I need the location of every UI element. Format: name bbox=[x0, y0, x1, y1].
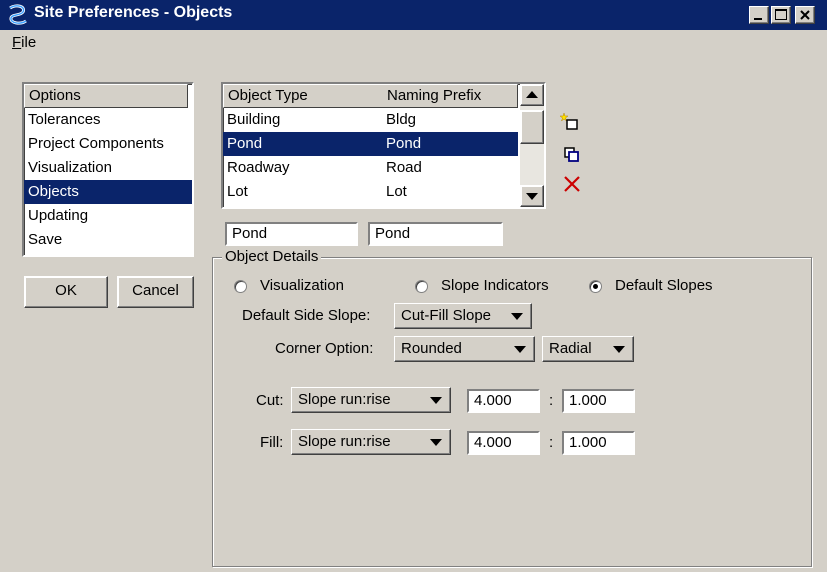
radio-slope-indicators-label: Slope Indicators bbox=[441, 277, 549, 294]
close-icon bbox=[800, 10, 810, 20]
scroll-up-button[interactable] bbox=[520, 84, 544, 106]
cell-naming-prefix: Bldg bbox=[386, 111, 417, 128]
default-side-slope-value: Cut-Fill Slope bbox=[401, 307, 492, 324]
object-details-title: Object Details bbox=[222, 248, 322, 265]
options-item-updating[interactable]: Updating bbox=[24, 204, 192, 228]
cut-run-input[interactable]: 4.000 bbox=[467, 389, 540, 413]
cut-method-value: Slope run:rise bbox=[298, 391, 391, 408]
naming-prefix-input[interactable]: Pond bbox=[368, 222, 503, 246]
scroll-thumb[interactable] bbox=[520, 110, 544, 144]
table-header: Object Type Naming Prefix bbox=[223, 84, 518, 108]
copy-icon[interactable] bbox=[563, 146, 581, 164]
chevron-down-icon bbox=[430, 397, 442, 404]
table-scrollbar[interactable] bbox=[520, 84, 544, 207]
corner-type-dropdown[interactable]: Radial bbox=[542, 336, 634, 362]
radio-visualization-label: Visualization bbox=[260, 277, 344, 294]
cut-method-dropdown[interactable]: Slope run:rise bbox=[291, 387, 451, 413]
cell-object-type: Roadway bbox=[227, 159, 290, 176]
minimize-button[interactable] bbox=[749, 6, 769, 24]
table-row[interactable]: Pond Pond bbox=[223, 132, 518, 156]
cut-rise-input[interactable]: 1.000 bbox=[562, 389, 635, 413]
maximize-icon bbox=[775, 9, 787, 20]
cell-naming-prefix: Pond bbox=[386, 135, 422, 152]
fill-rise-input[interactable]: 1.000 bbox=[562, 431, 635, 455]
table-row[interactable]: Building Bldg bbox=[223, 108, 518, 132]
options-item-objects[interactable]: Objects bbox=[24, 180, 192, 204]
cell-object-type: Pond bbox=[227, 135, 263, 152]
corner-type-value: Radial bbox=[549, 340, 592, 357]
menu-bar: File bbox=[0, 30, 827, 56]
options-item-project-components[interactable]: Project Components bbox=[24, 132, 192, 156]
scroll-down-arrow-icon bbox=[526, 193, 538, 200]
title-bar[interactable]: Site Preferences - Objects bbox=[0, 0, 827, 30]
object-type-input[interactable]: Pond bbox=[225, 222, 358, 246]
cell-object-type: Lot bbox=[227, 183, 248, 200]
fill-label: Fill: bbox=[260, 434, 284, 451]
scroll-down-button[interactable] bbox=[520, 185, 544, 207]
cut-ratio-separator: : bbox=[549, 392, 554, 409]
fill-run-input[interactable]: 4.000 bbox=[467, 431, 540, 455]
corner-option-label: Corner Option: bbox=[275, 340, 374, 357]
cell-object-type: Building bbox=[227, 111, 281, 128]
cell-naming-prefix: Road bbox=[386, 159, 422, 176]
table-row[interactable]: Lot Lot bbox=[223, 180, 518, 204]
menu-file[interactable]: File bbox=[12, 34, 36, 51]
options-item-visualization[interactable]: Visualization bbox=[24, 156, 192, 180]
radio-slope-indicators-button[interactable] bbox=[415, 280, 428, 293]
options-item-save[interactable]: Save bbox=[24, 228, 192, 252]
object-type-table[interactable]: Object Type Naming Prefix Building Bldg Po… bbox=[221, 82, 546, 209]
chevron-down-icon bbox=[511, 313, 523, 320]
ok-button[interactable]: OK bbox=[24, 276, 108, 308]
options-header: Options bbox=[24, 84, 188, 108]
radio-selected-dot bbox=[593, 284, 598, 289]
table-row[interactable]: Roadway Road bbox=[223, 156, 518, 180]
chevron-down-icon bbox=[430, 439, 442, 446]
delete-icon[interactable] bbox=[563, 175, 581, 193]
options-item-tolerances[interactable]: Tolerances bbox=[24, 108, 192, 132]
cut-label: Cut: bbox=[256, 392, 284, 409]
scroll-up-arrow-icon bbox=[526, 91, 538, 98]
corner-option-dropdown[interactable]: Rounded bbox=[394, 336, 535, 362]
corner-option-value: Rounded bbox=[401, 340, 462, 357]
radio-default-slopes-button[interactable] bbox=[589, 280, 602, 293]
chevron-down-icon bbox=[514, 346, 526, 353]
fill-method-dropdown[interactable]: Slope run:rise bbox=[291, 429, 451, 455]
column-header-naming-prefix[interactable]: Naming Prefix bbox=[387, 87, 481, 104]
app-logo-icon bbox=[9, 4, 27, 25]
fill-method-value: Slope run:rise bbox=[298, 433, 391, 450]
radio-visualization-button[interactable] bbox=[234, 280, 247, 293]
options-list[interactable]: Options Tolerances Project Components Visu… bbox=[22, 82, 194, 257]
cell-naming-prefix: Lot bbox=[386, 183, 407, 200]
window-title: Site Preferences - Objects bbox=[34, 4, 233, 21]
column-header-object-type[interactable]: Object Type bbox=[228, 87, 308, 104]
fill-ratio-separator: : bbox=[549, 434, 554, 451]
minimize-icon bbox=[754, 18, 762, 20]
default-side-slope-label: Default Side Slope: bbox=[242, 307, 371, 324]
maximize-button[interactable] bbox=[771, 6, 791, 24]
close-button[interactable] bbox=[795, 6, 815, 24]
radio-default-slopes-label: Default Slopes bbox=[615, 277, 713, 294]
chevron-down-icon bbox=[613, 346, 625, 353]
cancel-button[interactable]: Cancel bbox=[117, 276, 194, 308]
new-item-icon[interactable] bbox=[560, 112, 580, 132]
default-side-slope-dropdown[interactable]: Cut-Fill Slope bbox=[394, 303, 532, 329]
